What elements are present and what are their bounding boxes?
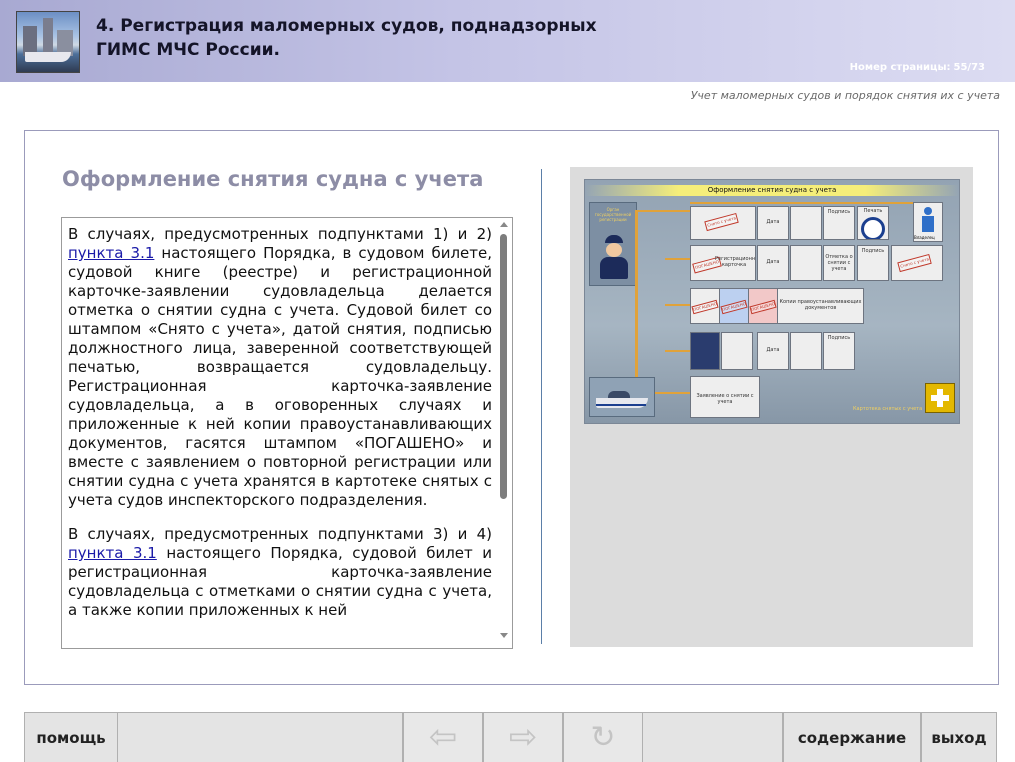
help-button[interactable]: помощь [24,713,118,762]
application-card: Заявление о снятии с учета [690,376,760,418]
seal-card: Печать [857,206,889,240]
docs-card: Копии правоустанавливающих документов [777,288,864,324]
paragraph-1-before: В случаях, предусмотренных подпунктами 1… [68,225,492,243]
text-scroll-area[interactable]: В случаях, предусмотренных подпунктами 1… [61,217,513,649]
cancelled-stamp-1: ПОГАШЕНО [691,299,719,315]
forward-button[interactable]: ⇨ [483,713,563,762]
date-label: Дата [766,219,780,225]
cancelled-doc-2: ПОГАШЕНО [719,288,749,324]
cancelled-stamp-2: ПОГАШЕНО [720,299,748,315]
date-card-3: Дата [757,332,789,370]
removal-diagram[interactable]: Оформление снятия судна с учета Орган го… [584,179,960,424]
page-title: 4. Регистрация маломерных судов, поднадз… [96,16,597,60]
arrow-right-icon: ⇨ [508,717,538,757]
application-label: Заявление о снятии с учета [696,393,754,405]
signature-label-2: Подпись [861,248,885,254]
connector-line [665,350,690,352]
boat-image [589,377,655,417]
signature-label: Подпись [827,209,851,215]
removal-mark-card: Отметка о снятии с учета [823,245,855,281]
passport-card [690,332,720,370]
removed-card: Снято с учета [891,245,943,281]
cancelled-doc-1: ПОГАШЕНО [690,288,720,324]
registration-card: ПОГАШЕНО Регистрационная карточка [690,245,756,281]
ship-ticket-card: Снято с учета [690,206,756,240]
connector-line [653,392,690,394]
back-button[interactable]: ⇦ [403,713,483,762]
signature-card-3: Подпись [823,332,855,370]
paragraph-2: В случаях, предусмотренных подпунктами 3… [68,525,492,620]
cancelled-stamp-3: ПОГАШЕНО [749,299,777,315]
bottom-navigation: помощь ⇦ ⇨ ↻ содержание выход [24,712,997,762]
nav-spacer [118,713,403,762]
scroll-down-icon[interactable] [500,633,508,638]
scrollbar[interactable] [498,222,510,642]
book-card-4 [790,332,822,370]
cancelled-doc-3: ПОГАШЕНО [748,288,778,324]
scrollbar-thumb[interactable] [500,234,507,499]
page-number-indicator: Номер страницы: 55/73 [847,62,985,73]
nav-spacer-2 [643,713,783,762]
reload-button[interactable]: ↻ [563,713,643,762]
connector-line [665,304,690,306]
date-label-3: Дата [766,347,780,353]
connector-line [635,210,638,392]
vertical-divider [541,169,542,644]
contents-button[interactable]: содержание [783,713,921,762]
arrow-left-icon: ⇦ [428,717,458,757]
link-point-3-1[interactable]: пункта 3.1 [68,244,154,262]
docs-label: Копии правоустанавливающих документов [779,299,862,311]
officer-label: Орган государственной регистрации [594,207,632,222]
diagram-title: Оформление снятия судна с учета [585,185,959,196]
removed-stamp-2: Снято с учета [897,253,933,273]
page-number-value: 55/73 [953,62,985,73]
header-bar: 4. Регистрация маломерных судов, поднадз… [0,0,1015,82]
scroll-up-icon[interactable] [500,222,508,227]
seal-label: Печать [863,208,883,214]
page-number-label: Номер страницы: [849,62,951,73]
illustration-panel: Оформление снятия судна с учета Орган го… [570,167,973,647]
date-card-2: Дата [757,245,789,281]
seal-icon [861,217,885,239]
link-point-3-1-second[interactable]: пункта 3.1 [68,544,157,562]
signature-label-3: Подпись [827,335,851,341]
content-frame: Оформление снятия судна с учета В случая… [24,130,999,685]
expand-plus-icon[interactable] [925,383,955,413]
connector-line [690,202,915,204]
section-heading: Оформление снятия судна с учета [62,167,484,191]
signature-card: Подпись [823,206,855,240]
date-label-2: Дата [766,259,780,265]
text-content: В случаях, предусмотренных подпунктами 1… [68,225,492,635]
paragraph-1-after: настоящего Порядка, в судовом билете, су… [68,244,492,509]
connector-line [665,258,690,260]
removal-mark-label: Отметка о снятии с учета [825,254,853,272]
registration-card-label: Регистрационная карточка [715,256,756,268]
removed-stamp: Снято с учета [704,212,740,232]
officer-figure: Орган государственной регистрации [589,202,637,286]
signature-card-2: Подпись [857,245,889,281]
paragraph-2-before: В случаях, предусмотренных подпунктами 3… [68,525,492,543]
book-card-3 [721,332,753,370]
book-card [790,206,822,240]
section-subtitle: Учет маломерных судов и порядок снятия и… [690,89,1000,102]
owner-label: Владелец [914,235,935,240]
header-photo [16,11,80,73]
owner-figure: Владелец [913,202,943,242]
book-card-2 [790,245,822,281]
connector-line [635,210,690,212]
exit-button[interactable]: выход [921,713,997,762]
kartoteka-label: Картотека снятых с учета [853,406,923,412]
reload-icon: ↻ [590,720,616,755]
paragraph-1: В случаях, предусмотренных подпунктами 1… [68,225,492,510]
date-card: Дата [757,206,789,240]
